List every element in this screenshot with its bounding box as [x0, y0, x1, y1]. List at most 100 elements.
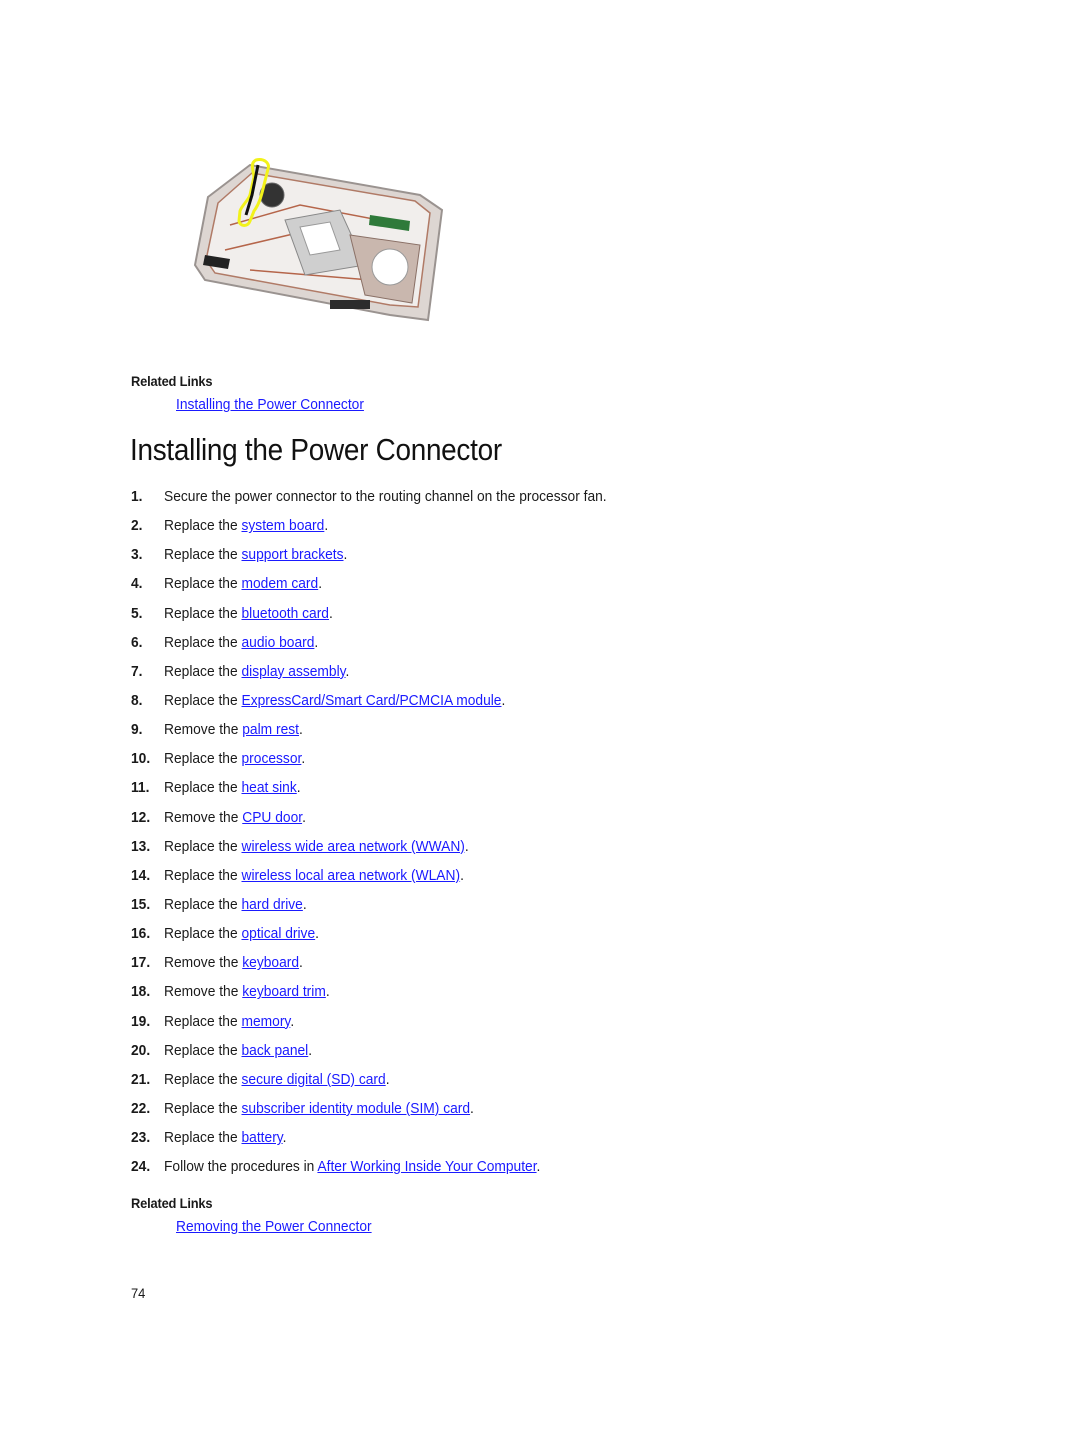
step-link[interactable]: secure digital (SD) card — [241, 1071, 385, 1088]
step-number: 24. — [131, 1158, 151, 1176]
step-text: Replace the battery. — [164, 1127, 287, 1149]
step-text-suffix: . — [298, 721, 303, 739]
step-item: 10. Replace the processor. — [131, 748, 645, 777]
page-title: Installing the Power Connector — [130, 432, 502, 467]
step-item: 13. Replace the wireless wide area networ… — [131, 836, 645, 865]
step-text-suffix: . — [345, 662, 350, 680]
step-link[interactable]: modem card — [241, 575, 318, 592]
step-text-suffix: . — [464, 837, 469, 855]
step-number: 5. — [131, 604, 143, 622]
step-text: Replace the support brackets. — [164, 544, 347, 566]
step-item: 21. Replace the secure digital (SD) card. — [131, 1069, 645, 1098]
step-number: 11. — [131, 779, 150, 797]
step-text: Secure the power connector to the routin… — [164, 486, 607, 508]
page-number: 74 — [131, 1285, 146, 1301]
step-link[interactable]: CPU door — [242, 809, 302, 826]
step-number: 20. — [131, 1041, 151, 1059]
step-link[interactable]: wireless local area network (WLAN) — [241, 867, 460, 884]
step-link[interactable]: ExpressCard/Smart Card/PCMCIA module — [241, 692, 501, 709]
step-item: 22. Replace the subscriber identity modul… — [131, 1098, 645, 1127]
step-number: 19. — [131, 1012, 151, 1030]
step-text-suffix: . — [536, 1158, 541, 1176]
step-link[interactable]: wireless wide area network (WWAN) — [241, 838, 464, 855]
laptop-base-illustration — [193, 158, 444, 322]
step-text: Replace the display assembly. — [164, 661, 349, 683]
step-number: 4. — [131, 575, 143, 593]
step-number: 21. — [131, 1070, 151, 1088]
step-number: 18. — [131, 983, 151, 1001]
step-text: Follow the procedures in After Working I… — [164, 1156, 540, 1178]
related-link-removing-power-connector[interactable]: Removing the Power Connector — [176, 1218, 372, 1235]
step-item: 17. Remove the keyboard. — [131, 952, 645, 981]
step-item: 4. Replace the modem card. — [131, 573, 645, 602]
step-link[interactable]: audio board — [241, 634, 314, 651]
step-number: 16. — [131, 925, 151, 943]
step-number: 1. — [131, 488, 143, 505]
step-link[interactable]: After Working Inside Your Computer — [317, 1158, 536, 1175]
step-link[interactable]: heat sink — [241, 779, 296, 796]
step-link[interactable]: display assembly — [241, 663, 345, 680]
step-text-prefix: Replace the — [164, 1129, 242, 1147]
step-text-prefix: Replace the — [164, 1041, 242, 1059]
step-item: 7. Replace the display assembly. — [131, 661, 645, 690]
step-text-suffix: . — [282, 1129, 287, 1147]
step-item: 8. Replace the ExpressCard/Smart Card/PCM… — [131, 690, 645, 719]
step-text-prefix: Replace the — [164, 575, 242, 593]
step-number: 17. — [131, 954, 151, 972]
step-text-suffix: . — [296, 779, 301, 797]
step-link[interactable]: memory — [241, 1013, 290, 1030]
step-text-prefix: Replace the — [164, 517, 242, 535]
step-item: 19. Replace the memory. — [131, 1011, 645, 1040]
step-number: 8. — [131, 691, 143, 709]
step-text-prefix: Remove the — [164, 721, 243, 739]
step-text-suffix: . — [470, 1099, 474, 1117]
step-text-suffix: . — [328, 604, 333, 622]
step-link[interactable]: bluetooth card — [241, 605, 328, 622]
step-link[interactable]: keyboard — [242, 954, 299, 971]
step-text-suffix: . — [299, 954, 303, 972]
step-number: 23. — [131, 1129, 151, 1147]
step-link[interactable]: battery — [241, 1129, 282, 1146]
step-link[interactable]: optical drive — [241, 925, 315, 942]
step-link[interactable]: back panel — [241, 1042, 308, 1059]
step-text-suffix: . — [325, 983, 330, 1001]
procedure-steps: 1. Secure the power connector to the rout… — [131, 486, 645, 1185]
step-number: 10. — [131, 750, 151, 768]
step-link[interactable]: hard drive — [241, 896, 302, 913]
step-text-prefix: Replace the — [164, 925, 242, 943]
step-item: 2. Replace the system board. — [131, 515, 645, 544]
step-text-prefix: Replace the — [164, 1099, 242, 1117]
step-text: Replace the hard drive. — [164, 894, 307, 916]
step-text: Remove the palm rest. — [164, 719, 303, 741]
related-link-installing-power-connector[interactable]: Installing the Power Connector — [176, 396, 364, 413]
step-number: 9. — [131, 721, 143, 739]
step-item: 3. Replace the support brackets. — [131, 544, 645, 573]
step-text: Replace the audio board. — [164, 632, 318, 654]
step-link[interactable]: keyboard trim — [242, 983, 326, 1000]
step-text-prefix: Follow the procedures in — [164, 1158, 318, 1176]
step-text-prefix: Replace the — [164, 750, 242, 768]
step-item: 20. Replace the back panel. — [131, 1040, 645, 1069]
step-text-suffix: . — [315, 925, 319, 943]
step-item: 11. Replace the heat sink. — [131, 777, 645, 806]
step-text: Replace the optical drive. — [164, 923, 319, 945]
step-link[interactable]: support brackets — [241, 546, 343, 563]
step-item: 16. Replace the optical drive. — [131, 923, 645, 952]
step-link[interactable]: processor — [241, 750, 301, 767]
step-link[interactable]: palm rest — [242, 721, 299, 738]
step-item: 23. Replace the battery. — [131, 1127, 645, 1156]
step-number: 2. — [131, 517, 143, 535]
step-item: 12. Remove the CPU door. — [131, 807, 645, 836]
step-text-suffix: . — [302, 808, 306, 826]
step-text-prefix: Replace the — [164, 837, 242, 855]
step-item: 5. Replace the bluetooth card. — [131, 603, 645, 632]
step-text: Remove the keyboard trim. — [164, 981, 330, 1003]
step-item: 6. Replace the audio board. — [131, 632, 645, 661]
step-number: 7. — [131, 662, 143, 680]
step-number: 22. — [131, 1099, 151, 1117]
step-link[interactable]: subscriber identity module (SIM) card — [241, 1100, 470, 1117]
step-item: 1. Secure the power connector to the rout… — [131, 486, 645, 515]
step-text: Replace the wireless wide area network (… — [164, 836, 469, 858]
step-text-prefix: Remove the — [164, 808, 243, 826]
step-link[interactable]: system board — [241, 517, 324, 534]
